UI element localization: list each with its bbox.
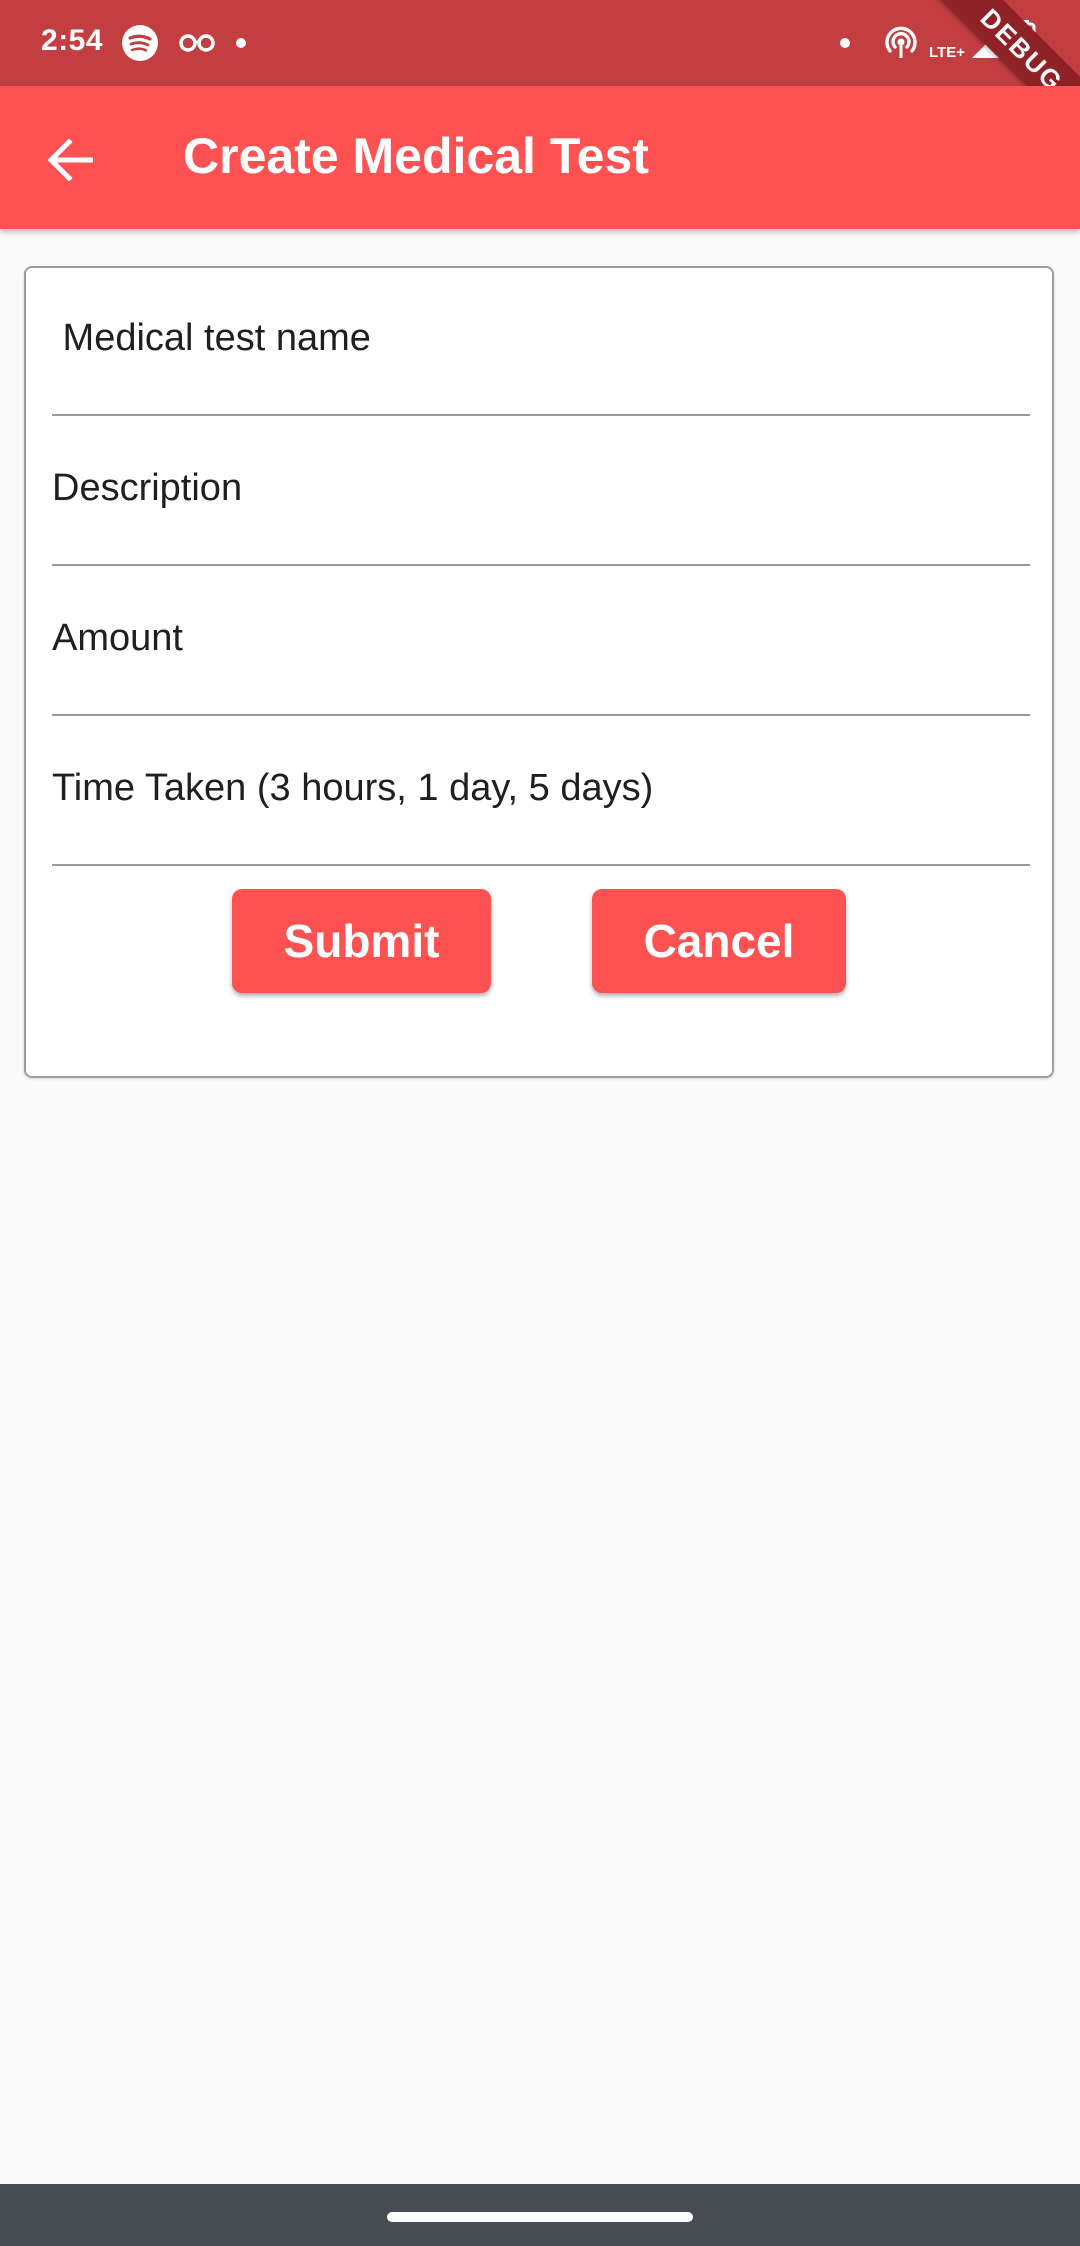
medical-test-name-field: [52, 268, 1030, 416]
medical-test-name-input[interactable]: [52, 308, 1030, 368]
amount-field: [52, 568, 1030, 716]
hotspot-icon: [885, 26, 917, 58]
time-taken-field: [52, 718, 1030, 866]
navigation-bar: [0, 2184, 1080, 2246]
arrow-left-icon: [47, 139, 93, 181]
dot-icon: [236, 38, 246, 48]
back-button[interactable]: [30, 120, 110, 200]
status-bar: 2:54 LTE+ DEBUG: [0, 0, 1080, 151]
status-time: 2:54: [41, 24, 104, 57]
submit-button[interactable]: Submit: [232, 889, 491, 993]
medical-test-form: Submit Cancel: [24, 266, 1054, 1078]
spotify-icon: [122, 25, 158, 61]
time-taken-input[interactable]: [52, 758, 1030, 818]
description-field: [52, 418, 1030, 566]
dot-icon: [840, 38, 850, 48]
glasses-icon: [179, 34, 215, 52]
app-bar: Create Medical Test: [0, 86, 1080, 229]
network-type-label: LTE+: [929, 44, 965, 61]
page-title: Create Medical Test: [183, 128, 649, 184]
screen: 2:54 LTE+ DEBUG Create Medical Test Medi…: [0, 0, 1080, 2246]
description-input[interactable]: [52, 458, 1030, 518]
cancel-button[interactable]: Cancel: [592, 889, 846, 993]
home-indicator[interactable]: [387, 2212, 693, 2222]
amount-input[interactable]: [52, 608, 1030, 668]
